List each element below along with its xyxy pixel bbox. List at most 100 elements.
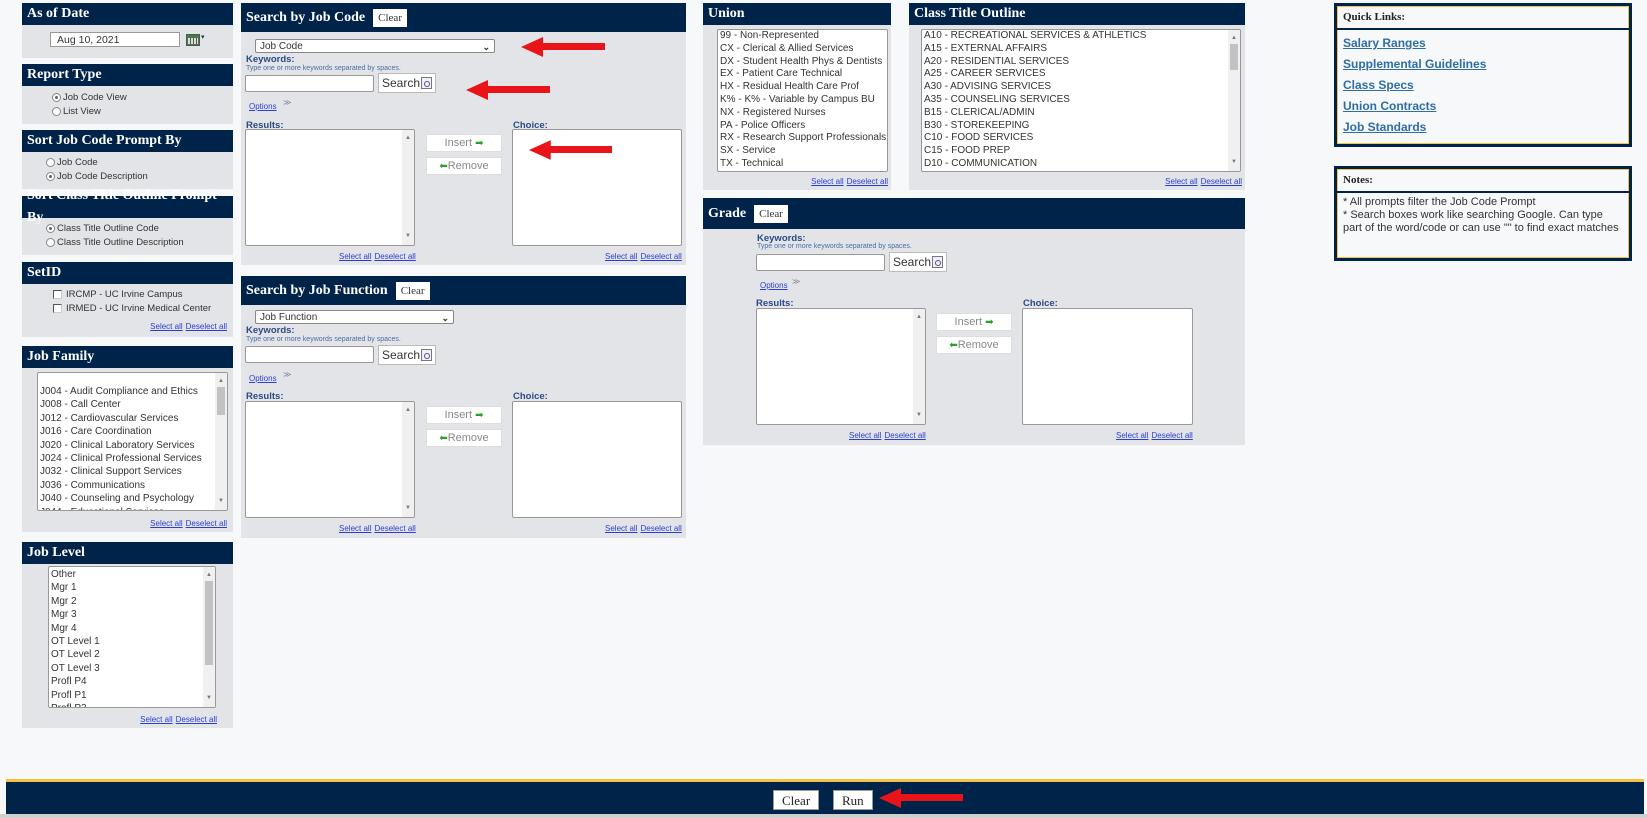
options-link[interactable]: Options — [760, 281, 788, 290]
union-option[interactable]: EX - Patient Care Technical — [720, 68, 887, 81]
job-family-option[interactable]: J032 - Clinical Support Services — [40, 465, 227, 478]
class-title-outline-option[interactable]: C10 - FOOD SERVICES — [924, 132, 1240, 145]
search-job-code-clear-button[interactable]: Clear — [373, 8, 407, 27]
job-family-option[interactable]: J040 - Counseling and Psychology — [40, 492, 227, 505]
grade-clear-button[interactable]: Clear — [754, 204, 788, 223]
sort-class-title-radio[interactable] — [46, 223, 55, 233]
select-all-link[interactable]: Select all — [605, 252, 637, 261]
job-code-results-listbox[interactable]: ▲ ▼ — [245, 129, 415, 246]
quick-link[interactable]: Supplemental Guidelines — [1343, 57, 1623, 72]
run-button[interactable]: Run — [833, 790, 873, 810]
report-type-option[interactable]: Job Code View — [52, 90, 127, 104]
job-family-option[interactable]: J024 - Clinical Professional Services — [40, 452, 227, 465]
job-family-option[interactable]: J044 - Educational Services — [40, 506, 227, 510]
setid-checkbox[interactable] — [53, 303, 62, 313]
as-of-date-input[interactable]: Aug 10, 2021 — [50, 32, 180, 47]
union-option[interactable]: SX - Service — [720, 145, 887, 158]
quick-link[interactable]: Job Standards — [1343, 120, 1623, 135]
options-link[interactable]: Options — [249, 374, 277, 383]
deselect-all-link[interactable]: Deselect all — [884, 431, 925, 440]
job-level-option[interactable]: OT Level 1 — [51, 635, 215, 648]
footer-clear-button[interactable]: Clear — [773, 790, 820, 810]
report-type-option[interactable]: List View — [52, 104, 127, 118]
grade-remove-button[interactable]: ⬅ Remove — [936, 336, 1012, 354]
job-level-option[interactable]: OT Level 3 — [51, 662, 215, 675]
job-family-option[interactable]: J020 - Clinical Laboratory Services — [40, 439, 227, 452]
job-function-results-listbox[interactable]: ▲ ▼ — [245, 401, 415, 518]
union-option[interactable]: PA - Police Officers — [720, 120, 887, 133]
deselect-all-link[interactable]: Deselect all — [1201, 177, 1242, 186]
class-title-outline-option[interactable]: B30 - STOREKEEPING — [924, 120, 1240, 133]
job-code-keyword-input[interactable] — [245, 75, 374, 92]
select-all-link[interactable]: Select all — [1165, 177, 1197, 186]
class-title-outline-scrollbar[interactable]: ▲ ▼ — [1228, 30, 1240, 171]
select-all-link[interactable]: Select all — [140, 715, 172, 724]
select-all-link[interactable]: Select all — [150, 519, 182, 528]
quick-link[interactable]: Union Contracts — [1343, 99, 1623, 114]
deselect-all-link[interactable]: Deselect all — [176, 715, 217, 724]
class-title-outline-option[interactable]: A25 - CAREER SERVICES — [924, 68, 1240, 81]
setid-option[interactable]: IRCMP - UC Irvine Campus — [53, 287, 211, 301]
sort-job-code-radio[interactable] — [46, 171, 55, 181]
union-option[interactable]: DX - Student Health Phys & Dentists — [720, 56, 887, 69]
union-option[interactable]: RX - Research Support Professionals — [720, 132, 887, 145]
deselect-all-link[interactable]: Deselect all — [640, 252, 681, 261]
job-level-option[interactable]: Other — [51, 568, 215, 581]
job-function-search-button[interactable]: Search — [378, 345, 437, 365]
deselect-all-link[interactable]: Deselect all — [374, 524, 415, 533]
job-family-option[interactable]: J012 - Cardiovascular Services — [40, 412, 227, 425]
deselect-all-link[interactable]: Deselect all — [1151, 431, 1192, 440]
grade-results-listbox[interactable]: ▲ ▼ — [756, 308, 926, 425]
setid-checkbox[interactable] — [53, 289, 62, 299]
union-option[interactable]: K% - K% - Variable by Campus BU — [720, 94, 887, 107]
union-option[interactable]: NX - Registered Nurses — [720, 107, 887, 120]
job-code-insert-button[interactable]: Insert ➡ — [426, 134, 502, 152]
sort-job-code-option[interactable]: Job Code — [46, 155, 148, 169]
quick-link[interactable]: Salary Ranges — [1343, 36, 1623, 51]
quick-link[interactable]: Class Specs — [1343, 78, 1623, 93]
select-all-link[interactable]: Select all — [811, 177, 843, 186]
report-type-radio[interactable] — [52, 106, 61, 116]
class-title-outline-option[interactable]: A10 - RECREATIONAL SERVICES & ATHLETICS — [924, 30, 1240, 43]
job-level-option[interactable]: OT Level 2 — [51, 648, 215, 661]
job-function-dropdown[interactable]: Job Function ⌄ — [255, 310, 454, 324]
class-title-outline-option[interactable]: A30 - ADVISING SERVICES — [924, 81, 1240, 94]
select-all-link[interactable]: Select all — [150, 322, 182, 331]
job-level-option[interactable]: Mgr 4 — [51, 622, 215, 635]
class-title-outline-option[interactable]: A20 - RESIDENTIAL SERVICES — [924, 56, 1240, 69]
job-code-remove-button[interactable]: ⬅ Remove — [426, 157, 502, 175]
job-function-insert-button[interactable]: Insert ➡ — [426, 406, 502, 424]
grade-choice-listbox[interactable] — [1022, 308, 1193, 425]
job-function-keyword-input[interactable] — [245, 346, 374, 363]
deselect-all-link[interactable]: Deselect all — [186, 519, 227, 528]
select-all-link[interactable]: Select all — [1116, 431, 1148, 440]
job-function-remove-button[interactable]: ⬅ Remove — [426, 429, 502, 447]
class-title-outline-option[interactable]: A15 - EXTERNAL AFFAIRS — [924, 43, 1240, 56]
class-title-outline-listbox[interactable]: A10 - RECREATIONAL SERVICES & ATHLETICS A… — [921, 29, 1241, 172]
union-option[interactable]: CX - Clerical & Allied Services — [720, 43, 887, 56]
sort-class-title-option[interactable]: Class Title Outline Description — [46, 235, 184, 249]
class-title-outline-option[interactable]: D10 - COMMUNICATION — [924, 158, 1240, 171]
grade-keyword-input[interactable] — [756, 254, 885, 271]
job-level-option[interactable]: Profl P3 — [51, 702, 215, 707]
deselect-all-link[interactable]: Deselect all — [640, 524, 681, 533]
deselect-all-link[interactable]: Deselect all — [374, 252, 415, 261]
job-family-scrollbar[interactable]: ▲ ▼ — [215, 373, 227, 510]
job-family-listbox[interactable]: J004 - Audit Compliance and Ethics J008 -… — [37, 372, 228, 511]
select-all-link[interactable]: Select all — [339, 524, 371, 533]
job-family-option[interactable]: J008 - Call Center — [40, 398, 227, 411]
select-all-link[interactable]: Select all — [339, 252, 371, 261]
job-family-option[interactable]: J016 - Care Coordination — [40, 425, 227, 438]
sort-class-title-option[interactable]: Class Title Outline Code — [46, 221, 184, 235]
deselect-all-link[interactable]: Deselect all — [186, 322, 227, 331]
calendar-icon[interactable] — [186, 34, 200, 46]
job-family-option[interactable]: J004 - Audit Compliance and Ethics — [40, 385, 227, 398]
union-option[interactable]: 99 - Non-Represented — [720, 30, 887, 43]
class-title-outline-option[interactable]: C15 - FOOD PREP — [924, 145, 1240, 158]
job-code-search-button[interactable]: Search — [378, 73, 437, 93]
setid-option[interactable]: IRMED - UC Irvine Medical Center — [53, 301, 211, 315]
job-level-option[interactable]: Mgr 3 — [51, 608, 215, 621]
job-code-dropdown[interactable]: Job Code ⌄ — [255, 39, 495, 53]
grade-search-button[interactable]: Search — [889, 252, 948, 272]
options-link[interactable]: Options — [249, 102, 277, 111]
